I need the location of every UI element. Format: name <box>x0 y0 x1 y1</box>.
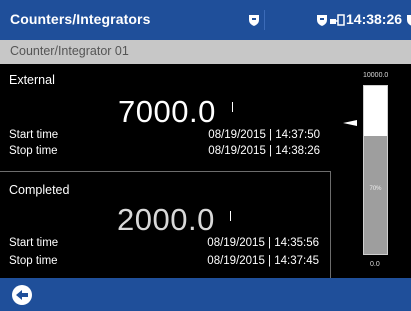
external-value: 7000.0 <box>118 94 216 129</box>
external-panel[interactable]: External 7000.0 Start time 08/19/2015 | … <box>0 64 329 170</box>
footer-bar <box>0 278 411 311</box>
completed-label: Completed <box>9 183 70 197</box>
gauge-bar: 70% <box>363 85 388 255</box>
completed-stop-value: 08/19/2015 | 14:37:45 <box>207 255 319 267</box>
completed-panel[interactable]: Completed 2000.0 Start time 08/19/2015 |… <box>0 171 331 278</box>
title-bar: Counters/Integrators 14:38:26 <box>0 0 411 40</box>
gauge-percent: 70% <box>369 186 382 193</box>
completed-stop-label: Stop time <box>9 255 58 267</box>
clock: 14:38:26 <box>346 11 403 27</box>
external-label: External <box>9 73 55 87</box>
external-start-label: Start time <box>9 129 59 141</box>
external-start-value: 08/19/2015 | 14:37:50 <box>208 129 320 141</box>
shield-icon <box>246 12 262 28</box>
gauge-fill: 70% <box>364 136 387 254</box>
value-cursor <box>230 211 231 221</box>
completed-value: 2000.0 <box>117 202 215 237</box>
counter-name: Counter/Integrator 01 <box>10 44 129 58</box>
completed-start-label: Start time <box>9 237 59 249</box>
network-icon <box>329 12 345 28</box>
bar-gauge: 10000.0 70% 0.0 <box>331 64 411 278</box>
back-arrow-icon[interactable] <box>11 284 33 306</box>
shield-icon <box>314 12 330 28</box>
external-stop-value: 08/19/2015 | 14:38:26 <box>208 145 320 157</box>
header-divider <box>264 10 265 30</box>
completed-start-value: 08/19/2015 | 14:35:56 <box>207 237 319 249</box>
external-stop-label: Stop time <box>9 145 58 157</box>
gauge-min-label: 0.0 <box>370 261 380 268</box>
screen-title: Counters/Integrators <box>10 11 151 27</box>
shield-icon <box>404 12 411 28</box>
counter-subheader: Counter/Integrator 01 <box>0 40 411 64</box>
setpoint-marker-icon <box>343 114 361 132</box>
gauge-max-label: 10000.0 <box>363 72 389 79</box>
value-cursor <box>232 102 233 112</box>
